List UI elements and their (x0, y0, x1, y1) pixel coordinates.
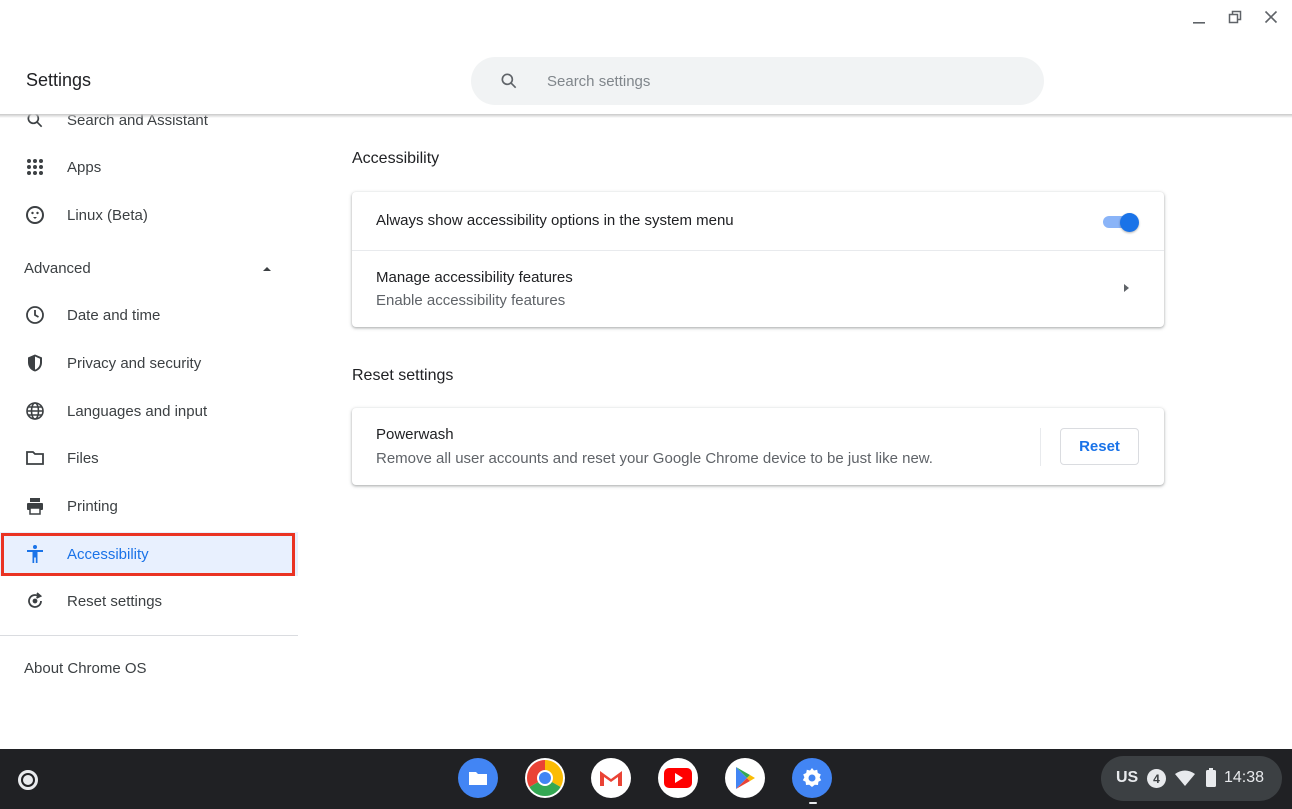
active-app-indicator (809, 802, 817, 804)
accessibility-icon (24, 543, 46, 565)
sidebar-item-label: Printing (67, 497, 118, 515)
linux-penguin-icon (24, 204, 46, 226)
reset-button[interactable]: Reset (1060, 428, 1139, 465)
clock-icon (24, 304, 46, 326)
settings-app-icon[interactable] (792, 758, 832, 798)
sidebar-item-privacy-and-security[interactable]: Privacy and security (0, 341, 298, 385)
search-bar[interactable] (471, 57, 1044, 105)
sidebar-item-languages-and-input[interactable]: Languages and input (0, 389, 298, 433)
sidebar-item-reset-settings[interactable]: Reset settings (0, 579, 298, 623)
always-show-label: Always show accessibility options in the… (376, 212, 734, 229)
maximize-button[interactable] (1226, 8, 1244, 26)
sidebar-item-label: Privacy and security (67, 354, 202, 372)
sidebar-item-linux[interactable]: Linux (Beta) (0, 193, 298, 237)
section-title-accessibility: Accessibility (352, 150, 440, 167)
settings-window: Settings Search and Assistant Apps Linux… (0, 0, 1292, 749)
search-icon (501, 73, 517, 89)
printer-icon (24, 495, 46, 517)
sidebar-item-files[interactable]: Files (0, 436, 298, 480)
advanced-section-header[interactable]: Advanced (24, 260, 274, 277)
always-show-accessibility-row[interactable]: Always show accessibility options in the… (352, 192, 1164, 250)
globe-icon (24, 400, 46, 422)
sidebar-item-label: Reset settings (67, 592, 163, 610)
manage-accessibility-sublabel: Enable accessibility features (376, 292, 566, 309)
manage-accessibility-row[interactable]: Manage accessibility features Enable acc… (352, 251, 1164, 327)
folder-icon (24, 447, 46, 469)
sidebar-item-label: Date and time (67, 306, 161, 324)
sidebar-item-about-chrome-os[interactable]: About Chrome OS (24, 660, 147, 677)
sidebar-item-apps[interactable]: Apps (0, 145, 298, 189)
files-app-icon[interactable] (458, 758, 498, 798)
close-icon (1264, 10, 1278, 24)
ime-indicator: US (1116, 769, 1139, 786)
status-tray[interactable]: US 4 14:38 (1101, 756, 1282, 801)
vertical-separator (1040, 428, 1041, 466)
reset-icon (24, 590, 46, 612)
sidebar-item-search-and-assistant[interactable]: Search and Assistant (0, 114, 298, 142)
chrome-app-icon[interactable] (525, 758, 565, 798)
sidebar-item-label: Linux (Beta) (67, 206, 148, 224)
clock-time: 14:38 (1224, 769, 1265, 786)
sidebar-item-label: Apps (67, 158, 102, 176)
shield-icon (24, 352, 46, 374)
wifi-icon (1175, 770, 1195, 786)
launcher-button[interactable] (9, 761, 47, 799)
header-shadow (0, 114, 1292, 118)
sidebar-item-date-and-time[interactable]: Date and time (0, 293, 298, 337)
chevron-up-icon[interactable] (262, 264, 272, 274)
launcher-icon (18, 770, 38, 790)
powerwash-sublabel: Remove all user accounts and reset your … (376, 450, 933, 467)
section-title-reset-settings: Reset settings (352, 367, 454, 384)
arrow-right-icon[interactable] (1124, 284, 1129, 292)
powerwash-row: Powerwash Remove all user accounts and r… (352, 408, 1164, 485)
window-controls (1190, 8, 1280, 26)
toggle-knob (1120, 213, 1139, 232)
sidebar-item-printing[interactable]: Printing (0, 484, 298, 528)
minimize-button[interactable] (1190, 8, 1208, 26)
battery-icon (1206, 768, 1216, 787)
accessibility-card: Always show accessibility options in the… (352, 192, 1164, 327)
apps-grid-icon (24, 156, 46, 178)
shelf: US 4 14:38 (0, 749, 1292, 809)
sidebar-item-label: Accessibility (67, 545, 149, 563)
page-title: Settings (26, 70, 92, 90)
always-show-toggle[interactable] (1102, 212, 1140, 232)
play-store-app-icon[interactable] (725, 758, 765, 798)
search-input[interactable] (547, 72, 987, 90)
notification-count-badge: 4 (1147, 769, 1166, 788)
divider (0, 635, 298, 636)
reset-card: Powerwash Remove all user accounts and r… (352, 408, 1164, 485)
sidebar: Search and Assistant Apps Linux (Beta) A… (0, 114, 298, 749)
sidebar-item-accessibility[interactable]: Accessibility (0, 532, 298, 576)
restore-icon (1228, 10, 1242, 24)
powerwash-label: Powerwash (376, 426, 454, 443)
manage-accessibility-label: Manage accessibility features (376, 269, 573, 286)
sidebar-item-label: Languages and input (67, 402, 208, 420)
sidebar-item-label: Files (67, 449, 99, 467)
gmail-app-icon[interactable] (591, 758, 631, 798)
minimize-icon (1193, 22, 1205, 24)
youtube-app-icon[interactable] (658, 758, 698, 798)
close-button[interactable] (1262, 8, 1280, 26)
